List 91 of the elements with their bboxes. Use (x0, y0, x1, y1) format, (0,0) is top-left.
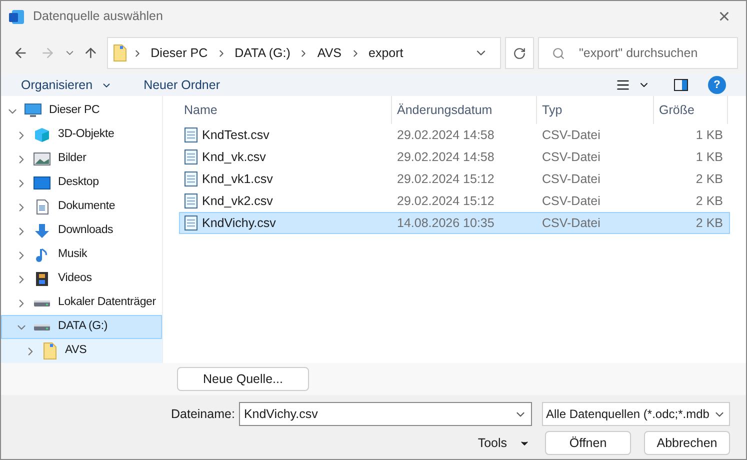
view-icon[interactable] (616, 78, 630, 92)
folder-icon (42, 342, 58, 360)
file-date: 29.02.2024 14:58 (396, 126, 496, 144)
breadcrumb[interactable]: AVS (313, 44, 346, 62)
tree-item[interactable]: Downloads (1, 219, 162, 243)
file-row[interactable]: KndVichy.csv 14.08.2026 10:35 CSV-Datei 2 KB (179, 212, 730, 234)
tree-item[interactable]: Desktop (1, 171, 162, 195)
desktop-icon (33, 175, 51, 191)
tree-label: Desktop (58, 175, 99, 190)
file-date: 29.02.2024 14:58 (396, 148, 496, 166)
organize-button[interactable]: Organisieren (21, 76, 112, 94)
file-name: Knd_vk1.csv (202, 170, 273, 188)
tree-label: Bilder (58, 151, 86, 166)
tree-label: Dieser PC (49, 103, 100, 118)
column-header[interactable]: Größe (654, 96, 728, 124)
cancel-button[interactable]: Abbrechen (644, 431, 730, 455)
drive-icon (33, 300, 51, 306)
csv-file-icon (184, 149, 198, 165)
tree-item[interactable]: Bilder (1, 147, 162, 171)
help-button[interactable]: ? (708, 76, 726, 94)
drive-icon (33, 324, 51, 330)
file-date: 29.02.2024 15:12 (396, 192, 496, 210)
file-name: KndVichy.csv (202, 214, 276, 232)
new-folder-button[interactable]: Neuer Ordner (144, 76, 220, 94)
file-date: 14.08.2026 10:35 (396, 214, 496, 232)
picture-icon (33, 151, 51, 167)
file-type: CSV-Datei (541, 214, 602, 232)
filename-label: Dateiname: (171, 406, 235, 423)
folder-icon (112, 44, 128, 62)
file-size: 1 KB (694, 126, 724, 144)
tree-item[interactable]: Dieser PC (1, 99, 162, 123)
tree-label: AVS (65, 343, 87, 358)
tree-item[interactable]: Lokaler Datenträger (1, 291, 162, 315)
search-field[interactable]: "export" durchsuchen (538, 37, 738, 69)
file-name: Knd_vk2.csv (202, 192, 273, 210)
open-button[interactable]: Öffnen (545, 431, 631, 455)
tree-label: Videos (58, 271, 92, 286)
file-type: CSV-Datei (541, 192, 602, 210)
file-name: KndTest.csv (202, 126, 270, 144)
csv-file-icon (184, 193, 198, 209)
tree-item[interactable]: AVS (1, 339, 162, 363)
tree-item[interactable]: 3D-Objekte (1, 123, 162, 147)
tree-label: Lokaler Datenträger (58, 295, 156, 310)
refresh-button[interactable] (505, 37, 534, 69)
file-name: Knd_vk.csv (202, 148, 266, 166)
tree-label: Musik (58, 247, 88, 262)
file-type: CSV-Datei (541, 170, 602, 188)
file-type-dropdown[interactable]: Alle Datenquellen (*.odc;*.mdb (542, 402, 730, 426)
file-size: 1 KB (694, 148, 724, 166)
refresh-icon (513, 46, 526, 60)
film-icon (33, 271, 51, 287)
file-size: 2 KB (694, 192, 724, 210)
tree-label: Dokumente (58, 199, 116, 214)
column-header[interactable]: Name (179, 96, 392, 124)
column-header[interactable]: Typ (537, 96, 654, 124)
tree-label: DATA (G:) (58, 319, 108, 334)
preview-pane-icon[interactable] (674, 79, 688, 91)
file-row[interactable]: KndTest.csv 29.02.2024 14:58 CSV-Datei 1 KB (179, 124, 730, 146)
app-logo-icon (9, 8, 25, 24)
column-header[interactable]: Änderungsdatum (392, 96, 537, 124)
download-arrow-icon (33, 223, 51, 239)
file-date: 29.02.2024 15:12 (396, 170, 496, 188)
file-type: CSV-Datei (541, 126, 602, 144)
csv-file-icon (184, 127, 198, 143)
file-size: 2 KB (694, 170, 724, 188)
breadcrumb[interactable]: Dieser PC (146, 44, 212, 62)
tree-item[interactable]: Videos (1, 267, 162, 291)
file-size: 2 KB (694, 214, 724, 232)
tree-item[interactable]: Musik (1, 243, 162, 267)
address-bar[interactable]: Dieser PC DATA (G:) AVS export (106, 37, 502, 69)
filename-field[interactable]: KndVichy.csv (238, 402, 532, 426)
tree-label: Downloads (58, 223, 114, 238)
file-row[interactable]: Knd_vk1.csv 29.02.2024 15:12 CSV-Datei 2 KB (179, 168, 730, 190)
tree-label: 3D-Objekte (58, 127, 114, 142)
monitor-icon (24, 103, 42, 119)
breadcrumb[interactable]: export (364, 44, 408, 62)
csv-file-icon (184, 171, 198, 187)
breadcrumb[interactable]: DATA (G:) (230, 44, 294, 62)
tools-button[interactable]: Tools (478, 434, 530, 452)
tree-item[interactable]: Dokumente (1, 195, 162, 219)
close-button[interactable]: × (710, 6, 738, 26)
back-icon[interactable] (13, 45, 28, 61)
new-source-button[interactable]: Neue Quelle... (177, 367, 309, 391)
file-type: CSV-Datei (541, 148, 602, 166)
search-icon (552, 47, 565, 60)
window-title: Datenquelle auswählen (33, 8, 163, 26)
cube-icon (33, 127, 51, 143)
file-row[interactable]: Knd_vk2.csv 29.02.2024 15:12 CSV-Datei 2 KB (179, 190, 730, 212)
tree-item[interactable]: DATA (G:) (1, 315, 162, 339)
file-row[interactable]: Knd_vk.csv 29.02.2024 14:58 CSV-Datei 1 KB (179, 146, 730, 168)
csv-file-icon (184, 215, 198, 231)
